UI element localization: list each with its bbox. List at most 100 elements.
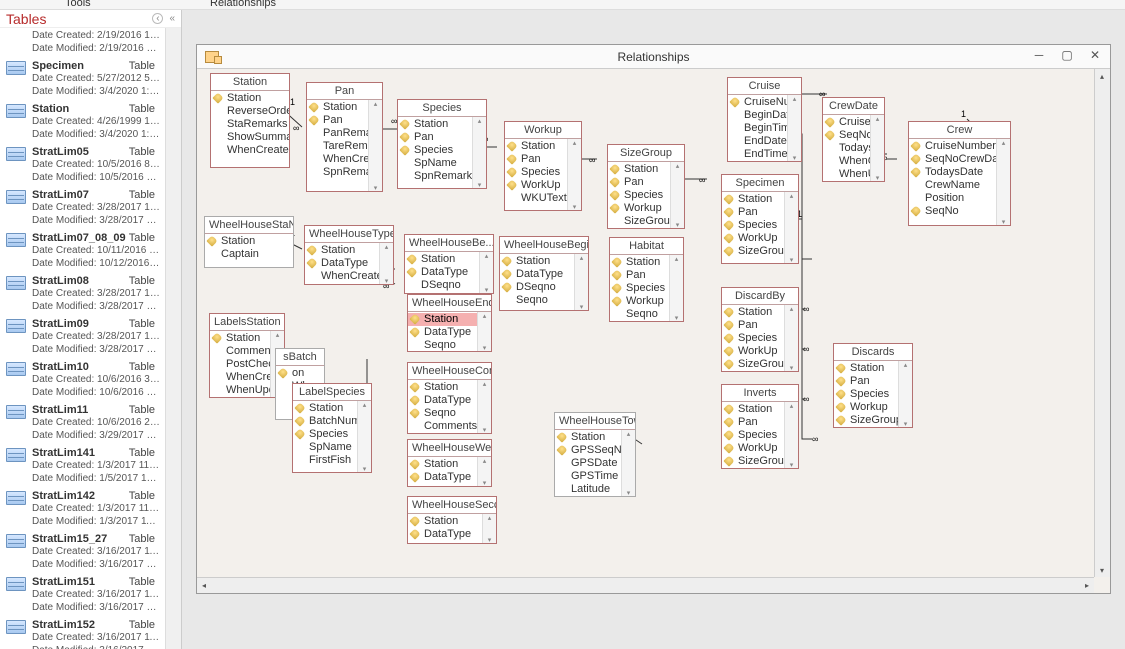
relation-field[interactable]: WhenCreated [211, 144, 289, 157]
relation-field[interactable]: Station [305, 244, 379, 257]
relation-field[interactable]: Station [834, 362, 898, 375]
table-item[interactable]: StratLim07_08_09TableDate Created: 10/11… [0, 231, 165, 274]
table-item[interactable]: StratLim09TableDate Created: 3/28/2017 1… [0, 317, 165, 360]
relation-field[interactable]: WhenCreated [823, 155, 870, 168]
tab-relationships[interactable]: Relationships [210, 0, 276, 9]
relation-box-scrollbar[interactable]: ▴▾ [379, 243, 393, 285]
relation-field[interactable]: WhenUp [823, 168, 870, 181]
relation-field[interactable]: CrewName [909, 179, 996, 192]
relation-field[interactable]: Species [722, 332, 784, 345]
relation-box-scrollbar[interactable]: ▴▾ [621, 430, 635, 497]
relation-box-scrollbar[interactable]: ▴▾ [574, 254, 588, 311]
relation-table-discards[interactable]: DiscardsStationPanSpeciesWorkupSizeGroup… [833, 343, 913, 428]
relationships-canvas[interactable]: 1∞ 1∞ ∞ 1∞ 1∞ 1∞ 1∞ 1∞ 1 1∞ 1∞ 1∞ [197, 69, 1094, 577]
relation-field[interactable]: DataType [405, 266, 479, 279]
relation-table-cruise[interactable]: CruiseCruiseNumBeginDateBeginTimeEndDate… [727, 77, 802, 162]
relation-field[interactable]: Station [210, 332, 270, 345]
relation-table-specimen[interactable]: SpecimenStationPanSpeciesWorkUpSizeGroup… [721, 174, 799, 264]
relation-field[interactable]: Latitude [555, 483, 621, 496]
relation-field[interactable]: DSeqno [405, 279, 479, 292]
relation-table-discardby[interactable]: DiscardByStationPanSpeciesWorkUpSizeGrou… [721, 287, 799, 372]
relation-box-scrollbar[interactable]: ▴▾ [477, 312, 491, 352]
relation-field[interactable]: WhenCreated [210, 371, 270, 384]
relation-field[interactable]: SizeGroup [722, 455, 784, 468]
relation-field[interactable]: Position [909, 192, 996, 205]
relation-field[interactable]: WhenUpdate [210, 384, 270, 397]
relation-box-scrollbar[interactable]: ▴▾ [670, 162, 684, 229]
table-item[interactable]: StratLim142TableDate Created: 1/3/2017 1… [0, 489, 165, 532]
relation-field[interactable]: GPSDate [555, 457, 621, 470]
relation-field[interactable]: WKUText [505, 192, 567, 205]
relation-field[interactable]: Seqno [500, 294, 574, 307]
tab-tools[interactable]: Tools [65, 0, 91, 9]
relation-field[interactable]: Station [722, 306, 784, 319]
relation-field[interactable]: Station [408, 381, 477, 394]
relation-table-whtype[interactable]: WheelHouseTypeStationDataTypeWhenCreated… [304, 225, 394, 285]
relation-field[interactable]: Pan [608, 176, 670, 189]
relation-field[interactable]: Station [307, 101, 368, 114]
relation-field[interactable]: Species [722, 429, 784, 442]
relation-field[interactable]: DataType [500, 268, 574, 281]
relation-table-labelspecies[interactable]: LabelSpeciesStationBatchNumbeSpeciesSpNa… [292, 383, 372, 473]
relation-field[interactable]: Seqno [408, 339, 477, 352]
relation-field[interactable]: Comment [210, 345, 270, 358]
relation-field[interactable]: StaRemarks [211, 118, 289, 131]
relation-field[interactable]: SpnRemarks [307, 166, 368, 179]
canvas-hscroll[interactable]: ◂▸ [197, 577, 1094, 593]
table-item[interactable]: Date Created: 2/19/2016 10:37:19 A...Dat… [0, 28, 165, 59]
relation-table-pan[interactable]: PanStationPanPanRemarksTareRemindeWhenCr… [306, 82, 383, 192]
relation-field[interactable]: Species [608, 189, 670, 202]
table-item[interactable]: StratLim10TableDate Created: 10/6/2016 3… [0, 360, 165, 403]
relation-field[interactable]: SpName [293, 441, 357, 454]
table-item[interactable]: SpecimenTableDate Created: 5/27/2012 5:3… [0, 59, 165, 102]
relation-field[interactable]: Pan [722, 319, 784, 332]
relation-field[interactable]: PanRemarks [307, 127, 368, 140]
relation-table-whstan[interactable]: WheelHouseStaN...StationCaptain [204, 216, 294, 268]
relation-field[interactable]: Station [405, 253, 479, 266]
relation-table-species[interactable]: SpeciesStationPanSpeciesSpNameSpnRemarks… [397, 99, 487, 189]
relation-box-scrollbar[interactable]: ▴▾ [870, 115, 884, 182]
relation-field[interactable]: Workup [834, 401, 898, 414]
relation-box-scrollbar[interactable]: ▴▾ [477, 457, 491, 487]
relation-field[interactable]: PostCheck [210, 358, 270, 371]
tables-list[interactable]: Date Created: 2/19/2016 10:37:19 A...Dat… [0, 28, 165, 649]
relation-field[interactable]: Captain [205, 248, 293, 261]
relation-field[interactable]: Pan [307, 114, 368, 127]
relation-field[interactable]: DataType [408, 394, 477, 407]
relation-field[interactable]: SeqNo [909, 205, 996, 218]
relation-box-scrollbar[interactable]: ▴▾ [784, 305, 798, 372]
nav-collapse-icon[interactable]: « [169, 13, 175, 24]
relation-box-scrollbar[interactable]: ▴▾ [784, 402, 798, 469]
relation-field[interactable]: Station [722, 403, 784, 416]
relation-field[interactable]: Station [722, 193, 784, 206]
tables-scrollbar[interactable] [165, 28, 181, 649]
relation-table-station[interactable]: StationStationReverseOrdeStaRemarksShowS… [210, 73, 290, 168]
relation-field[interactable]: WorkUp [722, 232, 784, 245]
relation-table-whtow[interactable]: WheelHouseTow...StationGPSSeqNoGPSDateGP… [554, 412, 636, 497]
relation-field[interactable]: CruiseNum [728, 96, 787, 109]
relation-field[interactable]: SpnRemarks [398, 170, 472, 183]
table-item[interactable]: StratLim152TableDate Created: 3/16/2017 … [0, 618, 165, 649]
relation-field[interactable]: BatchNumbe [293, 415, 357, 428]
relation-field[interactable]: DataType [408, 471, 477, 484]
relation-box-scrollbar[interactable]: ▴▾ [669, 255, 683, 322]
relation-field[interactable]: Species [293, 428, 357, 441]
table-item[interactable]: StratLim08TableDate Created: 3/28/2017 1… [0, 274, 165, 317]
relation-table-whsecc[interactable]: WheelHouseSecc...StationDataType▴▾ [407, 496, 497, 544]
relation-field[interactable]: TodaysDate [909, 166, 996, 179]
relation-field[interactable]: Workup [608, 202, 670, 215]
relation-field[interactable]: SizeGroup [722, 245, 784, 258]
relation-field[interactable]: Pan [398, 131, 472, 144]
relation-box-scrollbar[interactable]: ▴▾ [477, 380, 491, 434]
relation-field[interactable]: Station [555, 431, 621, 444]
relation-table-whbe[interactable]: WheelHouseBe...StationDataTypeDSeqno▴▾ [404, 234, 494, 294]
relation-field[interactable]: WorkUp [722, 345, 784, 358]
table-item[interactable]: StratLim15_27TableDate Created: 3/16/201… [0, 532, 165, 575]
relation-field[interactable]: Species [610, 282, 669, 295]
relation-field[interactable]: Station [408, 458, 477, 471]
relation-box-scrollbar[interactable]: ▴▾ [784, 192, 798, 264]
relation-box-scrollbar[interactable]: ▴▾ [472, 117, 486, 189]
relation-field[interactable]: GPSTime [555, 470, 621, 483]
relation-box-scrollbar[interactable]: ▴▾ [368, 100, 382, 192]
relation-field[interactable]: DataType [408, 528, 482, 541]
